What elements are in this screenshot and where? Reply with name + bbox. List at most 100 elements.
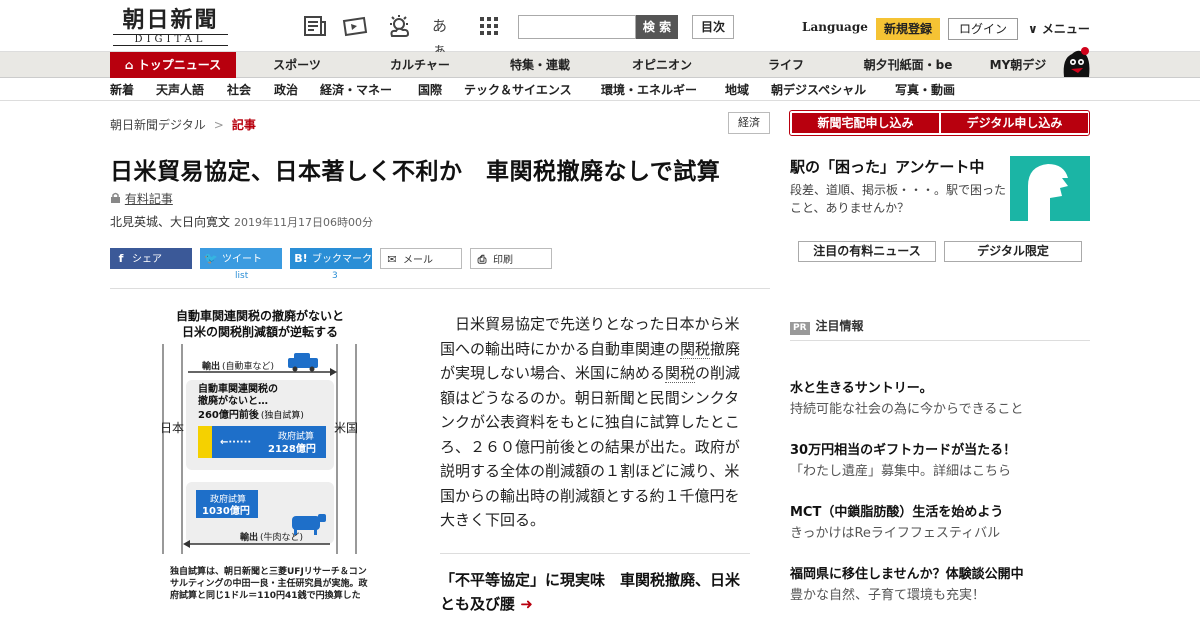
twitter-list-link[interactable]: list (235, 271, 248, 281)
sub-nav: 新着 天声人語 社会 政治 経済・マネー 国際 テック＆サイエンス 環境・エネル… (0, 79, 1200, 101)
breadcrumb-home[interactable]: 朝日新聞デジタル (110, 118, 206, 132)
subnav-region[interactable]: 地域 (725, 79, 749, 101)
tab-paid-news[interactable]: 注目の有料ニュース (798, 241, 936, 262)
graphic-caption: 独自試算は、朝日新聞と三菱UFJリサーチ＆コンサルティングの中田一良・主任研究員… (170, 567, 368, 601)
mail-share-button[interactable]: ✉ メール (380, 248, 462, 269)
subnav-economy[interactable]: 経済・マネー (320, 79, 392, 101)
home-icon: ⌂ (124, 58, 138, 72)
divider (110, 288, 770, 289)
facebook-share-button[interactable]: f シェア (110, 248, 192, 269)
graphic-gov-us: 1030億円 (202, 504, 250, 517)
pr-badge: PR (790, 322, 810, 335)
graphic-scenario-2: 撤廃がないと… (198, 394, 268, 407)
newspaper-icon[interactable] (302, 14, 328, 38)
digital-subscribe-button[interactable]: デジタル申し込み (941, 113, 1088, 133)
graphic-us-label: 米国 (334, 421, 358, 435)
site-header: 朝日新聞 DIGITAL あぁ 検 索 目次 Language 新規登録 ログイ… (0, 0, 1200, 59)
car-icon (288, 353, 318, 372)
arrow-right-icon: ➜ (520, 595, 533, 613)
login-button[interactable]: ログイン (948, 18, 1018, 40)
lock-icon (110, 192, 125, 206)
subnav-tech-science[interactable]: テック＆サイエンス (464, 79, 572, 101)
mail-icon: ✉ (387, 253, 397, 266)
nav-top-news[interactable]: ⌂ トップニュース (110, 52, 236, 78)
article-authors: 北見英城、大日向寛文 (110, 215, 231, 229)
video-ticket-icon[interactable] (342, 14, 368, 38)
hatena-bookmark-button[interactable]: B! ブックマーク (290, 248, 372, 269)
asahi-digital-logo[interactable]: 朝日新聞 DIGITAL (113, 8, 228, 46)
nav-sports[interactable]: スポーツ (255, 52, 339, 78)
tariff-graphic[interactable]: 自動車関連関税の撤廃がないと 日米の関税削減額が逆転する 日本 米国 輸出 (自動… (160, 308, 367, 618)
graphic-gov-label-jp: 政府試算 (278, 430, 314, 442)
survey-image[interactable] (1010, 156, 1090, 221)
svg-text:←······: ←······ (220, 437, 251, 448)
graphic-gov-label-us: 政府試算 (210, 493, 246, 505)
keyword-link-tariff[interactable]: 関税 (665, 364, 696, 383)
related-article-link[interactable]: 「不平等協定」に現実味 車関税撤廃、日米とも及び腰 ➜ (440, 568, 750, 616)
search-button[interactable]: 検 索 (636, 15, 678, 39)
register-button[interactable]: 新規登録 (876, 18, 940, 40)
nav-my-asahi[interactable]: MY朝デジ (980, 52, 1056, 78)
nav-opinion[interactable]: オピニオン (612, 52, 712, 78)
ad-item[interactable]: 30万円相当のギフトカードが当たる！ 「わたし遺産」募集中。詳細はこちら (790, 442, 1090, 482)
main-nav: ⌂ トップニュース スポーツ カルチャー 特集・連載 オピニオン ライフ 朝夕刊… (0, 52, 1200, 78)
profile-face-icon (1028, 164, 1068, 221)
twitter-share-button[interactable]: 🐦 ツイート (200, 248, 282, 269)
font-size-icon[interactable]: あぁ (432, 14, 458, 59)
ad-item[interactable]: 水と生きるサントリー。 持続可能な社会の為に今からできること (790, 380, 1090, 420)
print-button[interactable]: ⎙ 印刷 (470, 248, 552, 269)
subnav-photo-video[interactable]: 写真・動画 (895, 79, 955, 101)
subnav-special[interactable]: 朝デジスペシャル (771, 79, 866, 101)
subnav-environment[interactable]: 環境・エネルギー (601, 79, 697, 101)
nav-culture[interactable]: カルチャー (370, 52, 470, 78)
ad-title: 水と生きるサントリー。 (790, 381, 933, 396)
breadcrumb: 朝日新聞デジタル > 記事 (110, 116, 256, 133)
graphic-japan-label: 日本 (160, 421, 184, 435)
subnav-international[interactable]: 国際 (418, 79, 442, 101)
twitter-bird-icon: 🐦 (204, 252, 218, 265)
ad-description: 持続可能な社会の為に今からできること (790, 402, 1024, 417)
paid-article-label: 有料記事 (110, 190, 173, 207)
hatena-icon: B! (294, 252, 308, 265)
subnav-politics[interactable]: 政治 (274, 79, 298, 101)
app-grid-icon[interactable] (476, 14, 502, 38)
survey-description: 段差、道順、掲示板・・・。駅で困ったこと、ありませんか？ (790, 183, 1007, 215)
graphic-title-1: 自動車関連関税の撤廃がないと (175, 309, 344, 323)
ad-title: 30万円相当のギフトカードが当たる！ (790, 443, 1017, 458)
logo-jp: 朝日新聞 (122, 7, 219, 33)
nav-features[interactable]: 特集・連載 (490, 52, 590, 78)
graphic-export-car: 輸出 (自動車など) (202, 360, 274, 372)
search-input[interactable] (518, 15, 636, 39)
graphic-title-2: 日米の関税削減額が逆転する (181, 325, 338, 339)
article-body: 日米貿易協定で先送りとなった日本から米国への輸出時にかかる自動車関連の関税撤廃が… (440, 315, 741, 529)
article-date: 2019年11月17日06時00分 (234, 216, 373, 229)
category-tag[interactable]: 経済 (728, 112, 770, 134)
breadcrumb-current: 記事 (231, 118, 256, 132)
mascot-icon[interactable] (1058, 44, 1092, 78)
keyword-link-tariff[interactable]: 関税 (680, 339, 711, 359)
ad-description: 豊かな自然、子育て環境も充実！ (790, 588, 986, 603)
subnav-society[interactable]: 社会 (227, 79, 251, 101)
newspaper-delivery-button[interactable]: 新聞宅配申し込み (792, 113, 939, 133)
ad-item[interactable]: 福岡県に移住しませんか？体験談公開中 豊かな自然、子育て環境も充実！ (790, 566, 1090, 606)
ad-item[interactable]: MCT（中鎖脂肪酸）生活を始めよう きっかけはReライフフェスティバル (790, 504, 1090, 544)
facebook-icon: f (118, 252, 124, 265)
divider (440, 553, 750, 554)
ad-description: きっかけはReライフフェスティバル (790, 526, 1001, 541)
weather-icon[interactable] (386, 14, 412, 38)
printer-icon: ⎙ (477, 253, 487, 266)
byline: 北見英城、大日向寛文 2019年11月17日06時00分 (110, 213, 373, 230)
ad-title: MCT（中鎖脂肪酸）生活を始めよう (790, 505, 1004, 520)
language-link[interactable]: Language (802, 20, 868, 34)
graphic-scenario-1: 自動車関連関税の (198, 382, 278, 395)
subnav-latest[interactable]: 新着 (110, 79, 134, 101)
menu-button[interactable]: ∨ メニュー (1028, 20, 1090, 37)
nav-newspaper[interactable]: 朝夕刊紙面・be (850, 52, 966, 78)
tab-digital-only[interactable]: デジタル限定 (944, 241, 1082, 262)
survey-title[interactable]: 駅の「困った」アンケート中 (790, 156, 984, 177)
ad-title: 福岡県に移住しませんか？体験談公開中 (790, 567, 1024, 582)
hatena-count[interactable]: 3 (332, 271, 338, 281)
subnav-tensei-jingo[interactable]: 天声人語 (156, 79, 204, 101)
nav-life[interactable]: ライフ (746, 52, 826, 78)
index-button[interactable]: 目次 (692, 15, 734, 39)
